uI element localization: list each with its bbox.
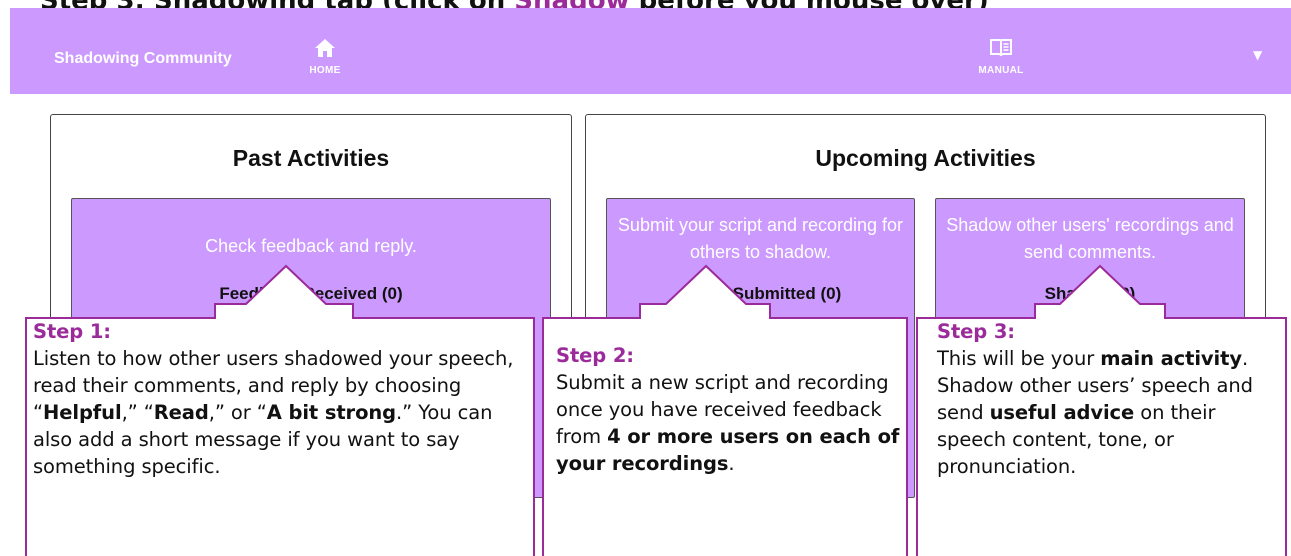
step1-text-3: ,” or “ <box>208 401 267 424</box>
step3-text-1: This will be your <box>937 347 1101 370</box>
step1-text-2: ,” “ <box>121 401 154 424</box>
step3-bold-main-activity: main activity <box>1100 347 1242 370</box>
step3-callout-text: Step 3: This will be your main activity.… <box>937 318 1277 480</box>
step2-title: Step 2: <box>556 344 635 367</box>
step1-callout-text: Step 1: Listen to how other users shadow… <box>33 318 528 480</box>
step1-bold-read: Read <box>153 401 209 424</box>
step1-bold-bit-strong: A bit strong <box>266 401 397 424</box>
step2-callout-text: Step 2: Submit a new script and recordin… <box>556 342 902 477</box>
step3-title: Step 3: <box>937 320 1016 343</box>
step1-bold-helpful: Helpful <box>43 401 122 424</box>
step1-title: Step 1: <box>33 320 112 343</box>
step2-text-2: . <box>728 452 735 475</box>
step3-bold-useful-advice: useful advice <box>989 401 1135 424</box>
